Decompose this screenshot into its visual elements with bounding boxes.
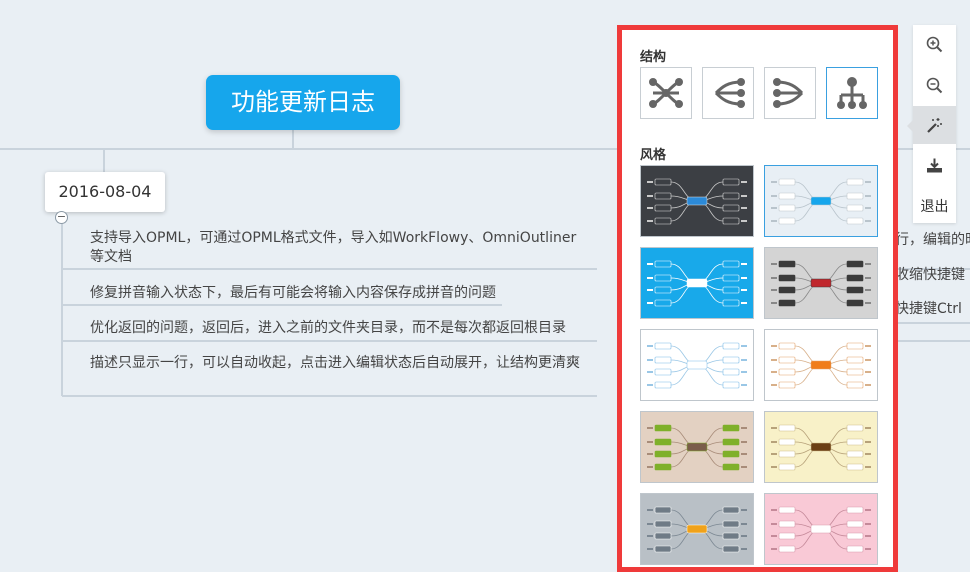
partial-topic-node[interactable]: 收缩快捷键 [895, 264, 965, 284]
connector-line [292, 129, 294, 149]
style-preview-icon [647, 342, 747, 389]
connector-line [62, 395, 597, 397]
style-preview-icon [771, 342, 871, 389]
right-toolbar: 退出 [907, 25, 956, 223]
exit-button[interactable]: 退出 [913, 196, 956, 216]
style-preview-icon [771, 506, 871, 553]
structure-logic-left-button[interactable] [702, 67, 754, 119]
structure-logic-right-button[interactable] [764, 67, 816, 119]
structure-mindmap-icon [649, 78, 683, 108]
style-panel: 结构 风格 [617, 25, 898, 572]
style-preview-icon [647, 506, 747, 553]
style-preview-icon [771, 424, 871, 471]
style-thumbnail[interactable] [764, 493, 878, 565]
zoom-out-button[interactable] [913, 66, 956, 104]
magic-wand-icon [927, 118, 942, 133]
connector-line [62, 340, 597, 342]
leaf-topic-node[interactable]: 支持导入OPML，可通过OPML格式文件，导入如WorkFlowy、OmniOu… [90, 229, 590, 267]
style-thumbnail[interactable] [640, 411, 754, 483]
structure-org-chart-icon [837, 77, 867, 109]
zoom-out-icon [926, 77, 943, 94]
download-icon [927, 158, 942, 173]
style-preview-icon [771, 260, 871, 307]
style-preview-icon [647, 178, 747, 225]
connector-line [895, 340, 970, 342]
connector-line [103, 149, 105, 173]
leaf-topic-node[interactable]: 优化返回的问题，返回后，进入之前的文件夹目录，而不是每次都返回根目录 [90, 319, 590, 338]
export-button[interactable] [913, 146, 956, 184]
zoom-in-icon [926, 36, 943, 53]
connector-line [62, 304, 502, 306]
style-preview-icon [771, 178, 871, 225]
partial-topic-node[interactable]: 行，编辑的时 [895, 229, 970, 249]
style-thumbnail[interactable] [640, 493, 754, 565]
connector-line [61, 224, 63, 396]
connector-line [62, 268, 597, 270]
style-section-title: 风格 [640, 148, 667, 163]
style-thumbnail[interactable] [764, 411, 878, 483]
structure-mindmap-button[interactable] [640, 67, 692, 119]
date-topic-node[interactable]: 2016-08-04 [45, 172, 165, 212]
structure-logic-left-icon [714, 78, 745, 108]
style-thumbnail[interactable] [640, 247, 754, 319]
partial-topic-node[interactable]: 快捷键Ctrl [895, 298, 962, 318]
structure-org-chart-button[interactable] [826, 67, 878, 119]
style-thumbnail[interactable] [764, 165, 878, 237]
leaf-topic-node[interactable]: 描述只显示一行，可以自动收起，点击进入编辑状态后自动展开，让结构更清爽 [90, 354, 590, 373]
style-preview-icon [647, 424, 747, 471]
active-pointer [907, 120, 913, 132]
structure-section-title: 结构 [640, 50, 667, 65]
style-preview-icon [647, 260, 747, 307]
collapse-toggle-button[interactable]: − [55, 211, 68, 224]
zoom-in-button[interactable] [913, 25, 956, 63]
root-topic-node[interactable]: 功能更新日志 [206, 75, 400, 130]
style-thumbnail[interactable] [764, 247, 878, 319]
style-wand-button[interactable] [907, 106, 956, 144]
structure-logic-right-icon [773, 78, 804, 108]
style-thumbnail[interactable] [640, 165, 754, 237]
connector-line [895, 322, 970, 324]
style-thumbnail[interactable] [764, 329, 878, 401]
style-thumbnail[interactable] [640, 329, 754, 401]
leaf-topic-node[interactable]: 修复拼音输入状态下，最后有可能会将输入内容保存成拼音的问题 [90, 284, 590, 303]
